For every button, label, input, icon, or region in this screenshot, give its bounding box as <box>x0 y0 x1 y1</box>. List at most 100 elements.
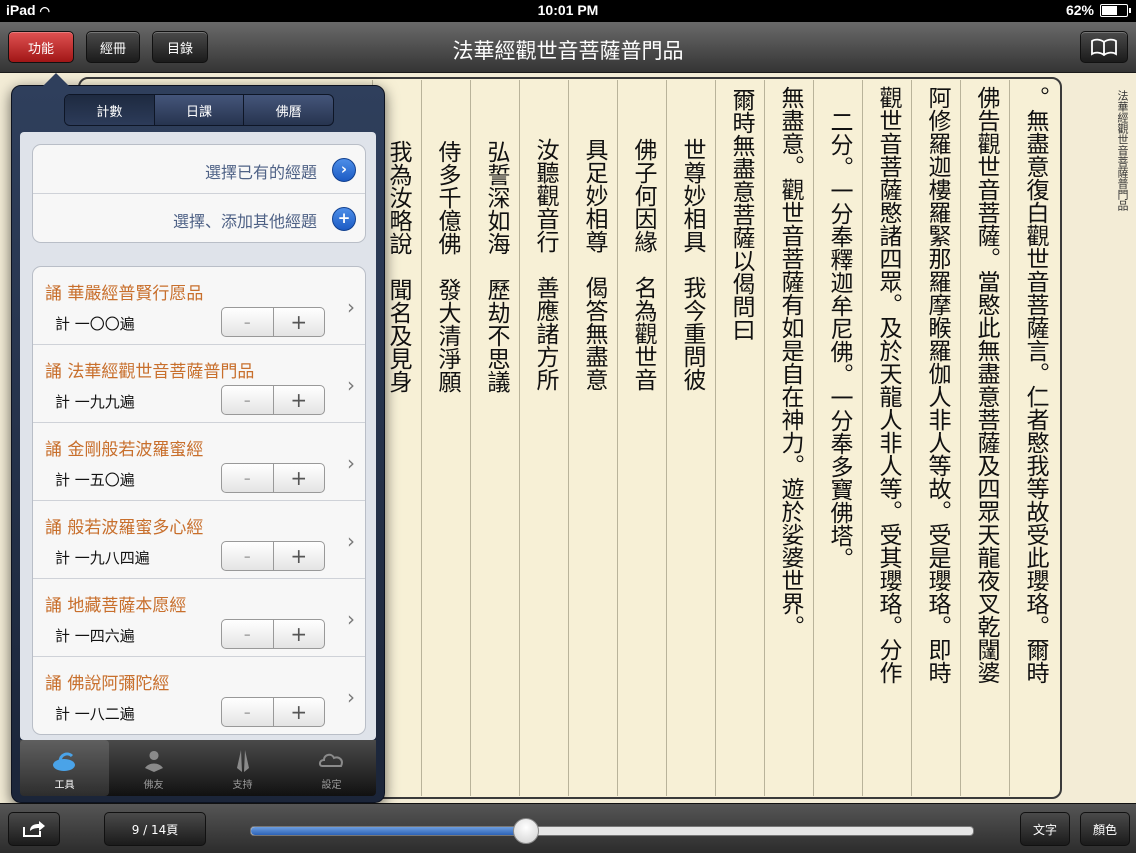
sutra-column: 佛子何因緣 名為觀世音 <box>617 80 667 796</box>
segment-daily[interactable]: 日課 <box>155 95 245 125</box>
segment-count[interactable]: 計數 <box>65 95 155 125</box>
decrement-button[interactable]: - <box>222 542 274 570</box>
battery-icon <box>1100 3 1131 17</box>
counter-row[interactable]: 誦 金剛般若波羅蜜經計 一五〇遍 - + › <box>33 423 365 501</box>
sutra-actions-group: 選擇已有的經題 › 選擇、添加其他經題 + <box>32 144 366 243</box>
page-slider[interactable] <box>250 818 974 844</box>
praying-hands-icon <box>236 750 249 772</box>
chevron-right-icon: › <box>347 373 355 397</box>
sutra-column: 世尊妙相具 我今重問彼 <box>666 80 716 796</box>
count-stepper: - + <box>221 697 325 727</box>
cloud-icon <box>318 753 343 767</box>
counter-title: 誦 金剛般若波羅蜜經 <box>45 440 204 460</box>
status-right: 62% <box>1065 2 1131 18</box>
text-button[interactable]: 文字 <box>1020 812 1070 846</box>
counter-count: 計 一五〇遍 <box>55 471 135 489</box>
popover-body: 選擇已有的經題 › 選擇、添加其他經題 + 誦 華嚴經普賢行愿品計 一〇〇遍 - +… <box>20 132 376 740</box>
tab-settings[interactable]: 設定 <box>287 740 376 796</box>
sutra-column: 阿修羅迦樓羅緊那羅摩睺羅伽人非人等故。受是瓔珞。即時 <box>911 80 961 796</box>
tab-support-label: 支持 <box>232 780 253 791</box>
decrement-button[interactable]: - <box>222 698 274 726</box>
count-stepper: - + <box>221 385 325 415</box>
nav-bar: 功能 經冊 目錄 法華經觀世音菩薩普門品 <box>0 22 1136 73</box>
sutra-column-text: 爾時無盡意菩薩以偈問曰 <box>728 88 754 341</box>
increment-button[interactable]: + <box>274 620 325 648</box>
counter-title: 誦 地藏菩薩本愿經 <box>45 596 187 616</box>
decrement-button[interactable]: - <box>222 620 274 648</box>
slider-fill <box>251 827 526 835</box>
counter-count: 計 一九九遍 <box>55 393 135 411</box>
popover-tab-bar: 工具 佛友 支持 設定 <box>20 740 376 796</box>
share-button[interactable] <box>8 812 60 846</box>
increment-button[interactable]: + <box>274 464 325 492</box>
sutra-column-text: 佛告觀世音菩薩。當愍此無盡意菩薩及四眾天龍夜叉乾闥婆 <box>973 86 999 684</box>
function-popover: 計數 日課 佛曆 選擇已有的經題 › 選擇、添加其他經題 + 誦 華嚴經普賢行愿… <box>11 73 385 803</box>
slider-thumb[interactable] <box>513 818 540 844</box>
counter-row[interactable]: 誦 佛說阿彌陀經計 一八二遍 - + › <box>33 657 365 734</box>
page-title: 法華經觀世音菩薩普門品 <box>452 39 684 63</box>
sutra-column: 二分。一分奉釋迦牟尼佛。一分奉多寶佛塔。 <box>813 80 863 796</box>
count-stepper: - + <box>221 541 325 571</box>
clock: 10:01 PM <box>537 2 599 18</box>
counter-count: 計 一〇〇遍 <box>55 315 135 333</box>
sutra-column-text: 汝聽觀音行 善應諸方所 <box>532 138 558 391</box>
increment-button[interactable]: + <box>274 698 325 726</box>
battery-percent: 62% <box>1065 2 1094 18</box>
sutra-column-text: 侍多千億佛 發大清淨願 <box>434 140 460 393</box>
decrement-button[interactable]: - <box>222 308 274 336</box>
book-icon <box>1091 38 1117 56</box>
sutra-column-text: 弘誓深如海 歷劫不思議 <box>483 140 509 393</box>
decrement-button[interactable]: - <box>222 386 274 414</box>
chevron-right-icon: › <box>347 685 355 709</box>
select-existing-row[interactable]: 選擇已有的經題 › <box>33 145 365 194</box>
tab-tools[interactable]: 工具 <box>20 740 109 796</box>
sutra-column-text: 無盡意。觀世音菩薩有如是自在神力。遊於娑婆世界。 <box>777 86 803 638</box>
increment-button[interactable]: + <box>274 386 325 414</box>
bottom-toolbar: 9 / 14頁 文字 顏色 <box>0 803 1136 853</box>
decrement-button[interactable]: - <box>222 464 274 492</box>
tab-friends-label: 佛友 <box>143 780 164 791</box>
sutra-column-text: 觀世音菩薩愍諸四眾。及於天龍人非人等。受其瓔珞。分作 <box>875 86 901 684</box>
sutra-column: 汝聽觀音行 善應諸方所 <box>519 80 569 796</box>
counter-row[interactable]: 誦 般若波羅蜜多心經計 一九八四遍 - + › <box>33 501 365 579</box>
sutra-column: 弘誓深如海 歷劫不思議 <box>470 80 520 796</box>
count-stepper: - + <box>221 619 325 649</box>
sutra-column: 無盡意。觀世音菩薩有如是自在神力。遊於娑婆世界。 <box>764 80 814 796</box>
segment-calendar[interactable]: 佛曆 <box>244 95 333 125</box>
counter-row[interactable]: 誦 地藏菩薩本愿經計 一四六遍 - + › <box>33 579 365 657</box>
chevron-right-icon: › <box>347 529 355 553</box>
counter-title: 誦 華嚴經普賢行愿品 <box>45 284 204 304</box>
segmented-control: 計數 日課 佛曆 <box>64 94 334 126</box>
counter-count: 計 一八二遍 <box>55 705 135 723</box>
sutra-column: 佛告觀世音菩薩。當愍此無盡意菩薩及四眾天龍夜叉乾闥婆 <box>960 80 1010 796</box>
select-existing-label: 選擇已有的經題 <box>204 163 317 182</box>
counter-row[interactable]: 誦 華嚴經普賢行愿品計 一〇〇遍 - + › <box>33 267 365 345</box>
tab-settings-label: 設定 <box>321 780 342 791</box>
color-button[interactable]: 顏色 <box>1080 812 1130 846</box>
chevron-right-icon: › <box>347 607 355 631</box>
sutra-column-text: 。無盡意復白觀世音菩薩言。仁者愍我等故受此瓔珞。爾時 <box>1022 86 1048 684</box>
share-icon <box>23 821 45 837</box>
bookmark-button[interactable] <box>1080 31 1128 63</box>
add-other-row[interactable]: 選擇、添加其他經題 + <box>33 194 365 242</box>
counter-count: 計 一九八四遍 <box>55 549 150 567</box>
status-bar: iPad ◠ 10:01 PM 62% <box>0 0 1136 22</box>
counter-row[interactable]: 誦 法華經觀世音菩薩普門品計 一九九遍 - + › <box>33 345 365 423</box>
increment-button[interactable]: + <box>274 308 325 336</box>
sutra-column-text: 二分。一分奉釋迦牟尼佛。一分奉多寶佛塔。 <box>826 110 852 570</box>
tab-friends[interactable]: 佛友 <box>109 740 198 796</box>
sutra-column: 爾時無盡意菩薩以偈問曰 <box>715 80 765 796</box>
counter-title: 誦 佛說阿彌陀經 <box>45 674 170 694</box>
counter-title: 誦 般若波羅蜜多心經 <box>45 518 204 538</box>
chevron-circle-icon: › <box>332 158 356 182</box>
friends-icon <box>144 751 163 772</box>
page-indicator: 9 / 14頁 <box>104 812 206 846</box>
count-stepper: - + <box>221 463 325 493</box>
chevron-right-icon: › <box>347 295 355 319</box>
sutra-column: 觀世音菩薩愍諸四眾。及於天龍人非人等。受其瓔珞。分作 <box>862 80 912 796</box>
increment-button[interactable]: + <box>274 542 325 570</box>
tab-support[interactable]: 支持 <box>198 740 287 796</box>
side-title: 法華經觀世音菩薩普門品 <box>1116 90 1129 211</box>
tab-tools-label: 工具 <box>54 780 75 791</box>
counter-list: 誦 華嚴經普賢行愿品計 一〇〇遍 - + › 誦 法華經觀世音菩薩普門品計 一九九遍 - +… <box>32 266 366 735</box>
